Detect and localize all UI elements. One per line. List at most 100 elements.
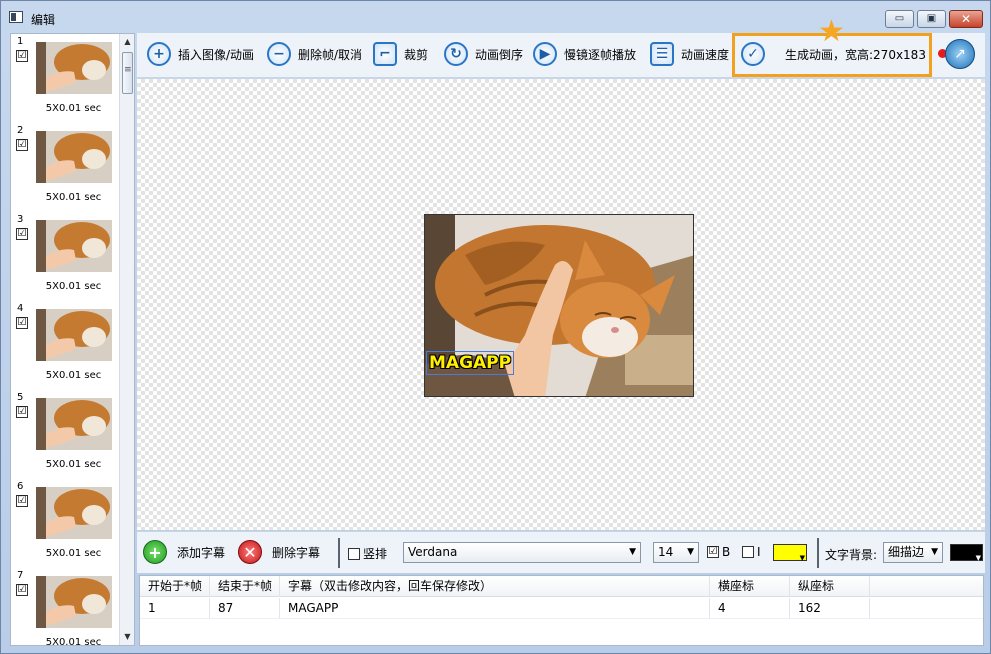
frame-item-7[interactable]: 7 ☑ 5X0.01 sec: [11, 568, 119, 645]
delete-frame-label: 删除帧/取消: [298, 47, 363, 62]
frame-list[interactable]: 1 ☑ 5X0.01 sec 2 ☑ 5X0.01 sec 3 ☑ 5X0.01…: [10, 33, 135, 646]
add-circle-icon: +: [143, 540, 167, 564]
main-toolbar: + 插入图像/动画 − 删除帧/取消 ⌐ 裁剪 ↻ 动画倒序 ▶ 慢镜逐帧播放 …: [137, 17, 985, 78]
maximize-button[interactable]: ▣: [917, 10, 946, 28]
frame-number: 3: [17, 214, 24, 225]
vertical-checkbox-box[interactable]: [348, 547, 360, 560]
frame-list-scrollbar[interactable]: ▲ ▼: [119, 34, 134, 645]
subtitle-toolbar: + 添加字幕 ✕ 删除字幕 竖排 Verdana ▼ 14 ▼ ☑ B I ▼: [137, 531, 985, 573]
table-cell-subtitle[interactable]: MAGAPP: [280, 598, 710, 619]
frame-number: 7: [17, 570, 24, 581]
frame-item-2[interactable]: 2 ☑ 5X0.01 sec: [11, 123, 119, 212]
separator: [338, 538, 340, 568]
scroll-thumb[interactable]: [122, 52, 133, 94]
font-select[interactable]: Verdana ▼: [403, 542, 641, 563]
bold-checkbox[interactable]: ☑ B: [707, 545, 730, 559]
delete-circle-icon: ✕: [238, 540, 262, 564]
frame-thumbnail[interactable]: [36, 309, 112, 361]
frame-number: 5: [17, 392, 24, 403]
font-size-value: 14: [658, 545, 674, 559]
close-button[interactable]: ✕: [949, 10, 983, 28]
crop-label: 裁剪: [404, 47, 429, 62]
scroll-up-icon[interactable]: ▲: [120, 34, 134, 50]
subtitle-overlay[interactable]: MAGAPP: [426, 351, 515, 375]
frame-number: 4: [17, 303, 24, 314]
star-icon: ★: [818, 14, 845, 49]
frame-thumbnail[interactable]: [36, 42, 112, 94]
slow-play-button[interactable]: ▶ 慢镜逐帧播放: [533, 40, 636, 68]
frame-thumbnail[interactable]: [36, 487, 112, 539]
table-cell-y[interactable]: 162: [790, 598, 870, 619]
delete-frame-button[interactable]: − 删除帧/取消: [267, 40, 362, 68]
frame-item-1[interactable]: 1 ☑ 5X0.01 sec: [11, 34, 119, 123]
frame-thumbnail[interactable]: [36, 220, 112, 272]
column-header-x[interactable]: 横座标: [710, 576, 790, 597]
insert-image-button[interactable]: + 插入图像/动画: [147, 40, 254, 68]
bold-label: B: [722, 545, 731, 559]
generate-animation-label: 生成动画，宽高:270x183: [785, 47, 926, 62]
bg-color-picker[interactable]: ▼: [950, 544, 983, 562]
preview-canvas[interactable]: MAGAPP: [137, 79, 985, 530]
frame-checkbox[interactable]: ☑: [16, 406, 28, 418]
frame-duration: 5X0.01 sec: [45, 192, 102, 203]
text-bg-style-value: 细描边: [888, 545, 925, 559]
animation-speed-label: 动画速度: [681, 47, 730, 62]
frame-thumbnail[interactable]: [36, 398, 112, 450]
frame-checkbox[interactable]: ☑: [16, 139, 28, 151]
vertical-text-checkbox[interactable]: 竖排: [348, 545, 387, 562]
bold-checkbox-box[interactable]: ☑: [707, 546, 719, 558]
frame-checkbox[interactable]: ☑: [16, 495, 28, 507]
vertical-text-label: 竖排: [363, 547, 388, 561]
text-bg-style-select[interactable]: 细描边 ▼: [883, 542, 943, 563]
chevron-down-icon: ▼: [975, 554, 981, 562]
slow-play-label: 慢镜逐帧播放: [564, 47, 637, 62]
crop-button[interactable]: ⌐ 裁剪: [373, 40, 428, 68]
italic-checkbox[interactable]: I: [742, 545, 761, 559]
table-cell-empty: [870, 598, 983, 619]
frame-item-6[interactable]: 6 ☑ 5X0.01 sec: [11, 479, 119, 568]
reverse-animation-button[interactable]: ↻ 动画倒序: [444, 40, 523, 68]
subtitle-table[interactable]: 开始于*帧 结束于*帧 字幕（双击修改内容，回车保存修改） 横座标 纵座标 1 …: [139, 575, 984, 646]
frame-checkbox[interactable]: ☑: [16, 317, 28, 329]
delete-subtitle-button[interactable]: ✕ 删除字幕: [238, 540, 320, 564]
italic-label: I: [757, 545, 761, 559]
column-header-subtitle[interactable]: 字幕（双击修改内容，回车保存修改）: [280, 576, 710, 597]
insert-image-label: 插入图像/动画: [178, 47, 255, 62]
speed-sliders-icon: ☰: [650, 42, 674, 66]
text-color-picker[interactable]: ▼: [773, 544, 807, 562]
font-size-select[interactable]: 14 ▼: [653, 542, 699, 563]
check-circle-icon: ✓: [741, 42, 765, 66]
column-header-y[interactable]: 纵座标: [790, 576, 870, 597]
frame-thumbnail[interactable]: [36, 131, 112, 183]
column-header-start[interactable]: 开始于*帧: [140, 576, 210, 597]
column-header-end[interactable]: 结束于*帧: [210, 576, 280, 597]
reverse-animation-label: 动画倒序: [475, 47, 524, 62]
frame-item-3[interactable]: 3 ☑ 5X0.01 sec: [11, 212, 119, 301]
frame-item-5[interactable]: 5 ☑ 5X0.01 sec: [11, 390, 119, 479]
frame-number: 2: [17, 125, 24, 136]
minimize-button[interactable]: ▭: [885, 10, 914, 28]
table-cell-start[interactable]: 1: [140, 598, 210, 619]
frame-thumbnail[interactable]: [36, 576, 112, 628]
frame-checkbox[interactable]: ☑: [16, 50, 28, 62]
chevron-down-icon: ▼: [629, 547, 636, 557]
frame-duration: 5X0.01 sec: [45, 281, 102, 292]
frame-checkbox[interactable]: ☑: [16, 228, 28, 240]
frame-number: 1: [17, 36, 24, 47]
table-cell-end[interactable]: 87: [210, 598, 280, 619]
scroll-down-icon[interactable]: ▼: [120, 629, 134, 645]
add-subtitle-button[interactable]: + 添加字幕: [143, 540, 225, 564]
frame-checkbox[interactable]: ☑: [16, 584, 28, 596]
add-subtitle-label: 添加字幕: [177, 545, 226, 560]
frame-duration: 5X0.01 sec: [45, 103, 102, 114]
app-icon: [9, 11, 23, 23]
italic-checkbox-box[interactable]: [742, 546, 754, 558]
table-cell-x[interactable]: 4: [710, 598, 790, 619]
animation-preview[interactable]: MAGAPP: [424, 214, 694, 397]
font-select-value: Verdana: [408, 545, 458, 559]
frame-item-4[interactable]: 4 ☑ 5X0.01 sec: [11, 301, 119, 390]
play-icon: ▶: [533, 42, 557, 66]
animation-speed-button[interactable]: ☰ 动画速度: [650, 40, 729, 68]
export-icon[interactable]: ↗: [945, 39, 975, 69]
frame-duration: 5X0.01 sec: [45, 459, 102, 470]
